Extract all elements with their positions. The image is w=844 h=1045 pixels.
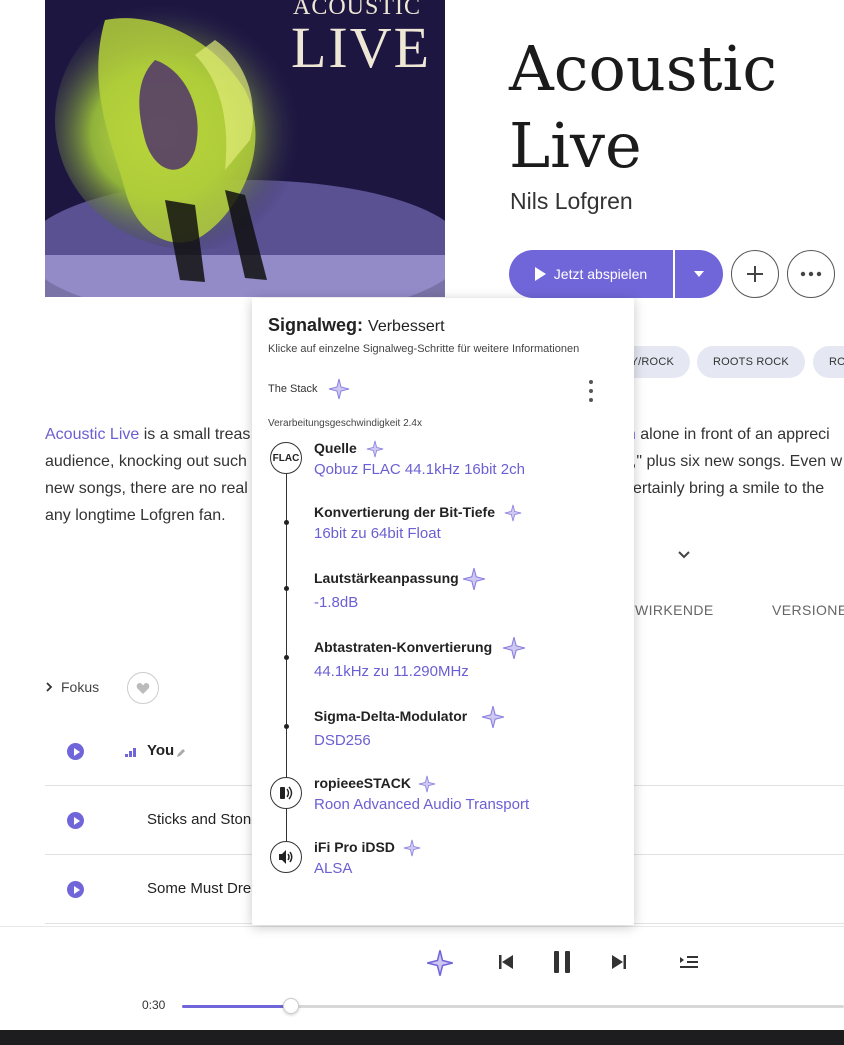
genre-pill-more[interactable]: RO (813, 346, 844, 378)
focus-toggle[interactable]: Fokus (45, 679, 99, 695)
play-now-label: Jetzt abspielen (553, 266, 648, 282)
flac-badge-icon: FLAC (270, 442, 302, 474)
tab-credits[interactable]: TWIRKENDE (626, 602, 714, 618)
expand-review-button[interactable] (677, 547, 691, 565)
step-label-volume[interactable]: Lautstärkeanpassung (314, 570, 459, 586)
step-value-sample-rate[interactable]: 44.1kHz zu 11.290MHz (314, 663, 469, 680)
step-value-source[interactable]: Qobuz FLAC 44.1kHz 16bit 2ch (314, 461, 525, 478)
track-title[interactable]: Some Must Drea (147, 880, 260, 897)
track-play-button[interactable] (67, 812, 84, 829)
pause-button[interactable] (551, 949, 573, 975)
step-value-endpoint[interactable]: Roon Advanced Audio Transport (314, 796, 529, 813)
step-value-bit-depth[interactable]: 16bit zu 64bit Float (314, 525, 441, 542)
review-text-1b: alone in front of an appreci (635, 426, 830, 443)
more-horizontal-icon (800, 271, 822, 277)
signal-path-quality: Verbessert (368, 318, 445, 335)
chevron-down-icon (678, 551, 690, 559)
footer-strip (0, 1030, 844, 1045)
focus-label: Fokus (61, 679, 100, 695)
signal-path-subtitle: Klicke auf einzelne Signalweg-Schritte f… (268, 343, 580, 355)
step-value-device[interactable]: ALSA (314, 860, 352, 877)
sparkle-icon (481, 705, 505, 729)
add-to-library-button[interactable] (731, 250, 779, 298)
step-dot (284, 586, 289, 591)
elapsed-time: 0:30 (142, 998, 166, 1012)
queue-icon[interactable] (679, 954, 699, 970)
step-value-volume[interactable]: -1.8dB (314, 594, 358, 611)
track-title[interactable]: You (147, 742, 174, 759)
step-label-source[interactable]: Quelle (314, 440, 357, 456)
review-text-3b: certainly bring a smile to the (625, 480, 825, 497)
player-bar: 0:30 (0, 926, 844, 1030)
cover-title-large: LIVE (291, 15, 432, 80)
previous-track-button[interactable] (497, 953, 515, 971)
zone-name: The Stack (268, 383, 318, 395)
review-album-link[interactable]: Acoustic Live (45, 426, 139, 443)
sparkle-icon (504, 504, 522, 522)
step-dot (284, 655, 289, 660)
caret-down-icon (694, 271, 704, 277)
step-label-sample-rate[interactable]: Abtastraten-Konvertierung (314, 639, 492, 655)
play-icon (73, 885, 80, 894)
play-icon (73, 816, 80, 825)
step-value-sigma-delta[interactable]: DSD256 (314, 732, 371, 749)
processing-speed: Verarbeitungsgeschwindigkeit 2.4x (268, 418, 422, 429)
album-title-line2: Live (509, 109, 642, 182)
speaker-icon-glyph (279, 850, 293, 864)
transport-icon (270, 777, 302, 809)
sparkle-icon (462, 567, 486, 591)
sparkle-icon (403, 839, 421, 857)
heart-icon (136, 682, 150, 694)
signal-path-sparkle-button[interactable] (426, 949, 454, 977)
signal-path-title-label: Signalweg: (268, 315, 364, 335)
album-title: Acoustic Live (509, 30, 844, 184)
play-now-button[interactable]: Jetzt abspielen (509, 250, 673, 298)
step-label-endpoint[interactable]: ropieeeSTACK (314, 775, 411, 791)
review-text-3a: new songs, there are no real (45, 480, 248, 497)
sparkle-icon (366, 440, 384, 458)
popularity-icon (125, 748, 136, 757)
speaker-icon (270, 841, 302, 873)
review-text-2b: o," plus six new songs. Even w (623, 453, 843, 470)
play-options-dropdown[interactable] (675, 250, 723, 298)
sparkle-icon (328, 378, 350, 400)
seek-bar[interactable] (182, 998, 844, 1014)
transport-icon-glyph (280, 786, 293, 800)
album-title-line1: Acoustic (509, 32, 778, 105)
seek-bar-fill (182, 1005, 292, 1008)
genre-pill-roots-rock[interactable]: ROOTS ROCK (697, 346, 805, 378)
chevron-right-icon (46, 682, 53, 692)
track-play-button[interactable] (67, 743, 84, 760)
review-text-2a: audience, knocking out such (45, 453, 247, 470)
track-play-button[interactable] (67, 881, 84, 898)
sparkle-icon (502, 636, 526, 660)
play-icon (73, 747, 80, 756)
album-cover: ACOUSTIC LIVE (45, 0, 445, 297)
artist-link[interactable]: Nils Lofgren (510, 188, 633, 215)
signal-path-popup: Signalweg: Verbessert Klicke auf einzeln… (252, 298, 634, 925)
track-title[interactable]: Sticks and Stone (147, 811, 260, 828)
tab-versions[interactable]: VERSIONE (772, 602, 844, 618)
step-label-sigma-delta[interactable]: Sigma-Delta-Modulator (314, 708, 467, 724)
plus-icon (747, 266, 763, 282)
review-text-1: is a small treas (139, 426, 251, 443)
edit-icon (177, 749, 185, 757)
signal-path-title: Signalweg: Verbessert (268, 315, 445, 336)
signal-path-menu-button[interactable] (587, 380, 595, 402)
more-options-button[interactable] (787, 250, 835, 298)
step-dot (284, 520, 289, 525)
step-label-bit-depth[interactable]: Konvertierung der Bit-Tiefe (314, 504, 495, 520)
step-dot (284, 724, 289, 729)
step-label-device[interactable]: iFi Pro iDSD (314, 839, 395, 855)
play-icon (534, 267, 546, 281)
seek-handle[interactable] (283, 998, 300, 1014)
next-track-button[interactable] (610, 953, 628, 971)
sparkle-icon (418, 775, 436, 793)
favorite-filter-button[interactable] (127, 672, 159, 704)
